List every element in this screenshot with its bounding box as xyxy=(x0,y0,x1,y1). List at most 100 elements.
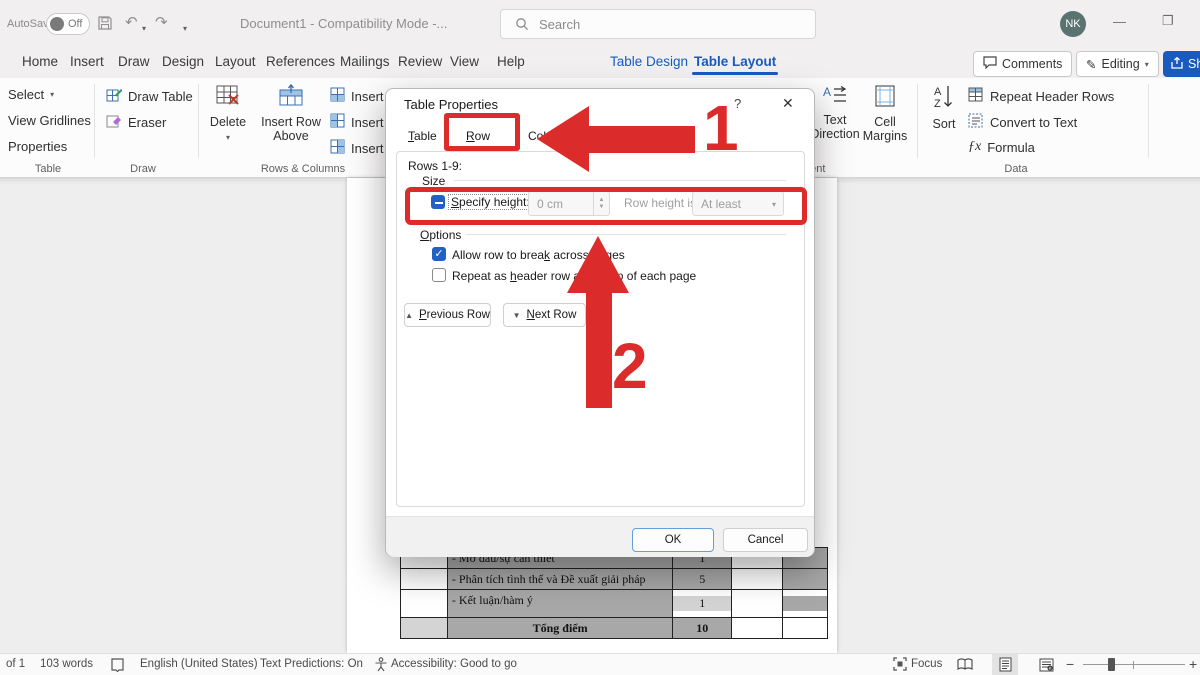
tab-table-design[interactable]: Table Design xyxy=(610,54,688,69)
annotation-arrow-1-head xyxy=(537,106,589,172)
group-label-table: Table xyxy=(18,163,78,175)
print-layout-button[interactable] xyxy=(992,654,1018,675)
pencil-icon: ✎ xyxy=(1086,57,1096,72)
insert-row-above-button[interactable]: Insert Row Above xyxy=(260,84,322,143)
read-mode-button[interactable] xyxy=(952,654,978,675)
table-cell[interactable] xyxy=(401,617,448,639)
group-label-rows-columns: Rows & Columns xyxy=(248,163,358,175)
share-button[interactable]: Share xyxy=(1163,51,1200,77)
accessibility-status[interactable]: Accessibility: Good to go xyxy=(391,658,517,670)
formula-button[interactable]: ƒx Formula xyxy=(968,139,1035,155)
table-row[interactable]: - Phân tích tình thế và Đề xuất giải phá… xyxy=(400,569,828,590)
undo-dropdown-icon[interactable]: ▾ xyxy=(142,21,146,37)
ribbon-tab-row: Home Insert Draw Design Layout Reference… xyxy=(0,48,1200,78)
web-layout-button[interactable]: e xyxy=(1033,654,1059,675)
zoom-in-button[interactable]: + xyxy=(1189,656,1197,672)
table-cell[interactable] xyxy=(732,568,783,590)
search-input[interactable]: Search xyxy=(500,9,816,39)
table-row[interactable]: Tổng điểm 10 xyxy=(400,618,828,639)
table-cell[interactable]: - Phân tích tình thế và Đề xuất giải phá… xyxy=(448,568,673,590)
tab-mailings[interactable]: Mailings xyxy=(340,54,390,69)
dialog-tab-table[interactable]: Table xyxy=(408,129,437,143)
formula-icon: ƒx xyxy=(968,139,981,155)
table-cell[interactable] xyxy=(401,568,448,590)
cell-margins-button[interactable]: Cell Margins xyxy=(856,84,914,143)
table-cell[interactable]: 10 xyxy=(673,617,732,639)
undo-icon[interactable]: ↶ xyxy=(125,15,138,31)
select-button[interactable]: Select▾ xyxy=(8,87,54,102)
document-table[interactable]: - Mở đầu/sự cần thiết 1 - Phân tích tình… xyxy=(400,548,828,639)
account-avatar[interactable]: NK xyxy=(1060,11,1086,37)
text-direction-label: Text Direction xyxy=(810,113,859,141)
insert-row-above-icon xyxy=(260,84,322,111)
previous-row-button[interactable]: ▲ Previous Row xyxy=(404,303,491,327)
editing-button[interactable]: ✎ Editing ▾ xyxy=(1076,51,1159,77)
ok-button[interactable]: OK xyxy=(632,528,714,552)
save-icon[interactable] xyxy=(97,15,113,35)
document-title: Document1 - Compatibility Mode -... xyxy=(240,16,447,31)
autosave-toggle[interactable]: Off xyxy=(46,13,90,35)
cell-margins-label: Cell Margins xyxy=(863,115,907,143)
word-window: AutoSave Off ↶ ▾ ↷ ▾ Document1 - Compati… xyxy=(0,0,1200,675)
table-cell[interactable]: Tổng điểm xyxy=(448,617,673,639)
up-triangle-icon: ▲ xyxy=(405,311,413,320)
qat-customize-icon[interactable]: ▾ xyxy=(183,21,187,37)
table-cell[interactable]: - Kết luận/hàm ý xyxy=(448,589,673,618)
draw-table-button[interactable]: Draw Table xyxy=(106,87,193,106)
sort-button[interactable]: AZ Sort xyxy=(922,84,966,131)
view-gridlines-button[interactable]: View Gridlines xyxy=(8,113,91,128)
table-cell[interactable] xyxy=(732,589,783,618)
tab-layout[interactable]: Layout xyxy=(215,54,256,69)
repeat-header-checkbox[interactable] xyxy=(432,268,446,282)
redo-icon[interactable]: ↷ xyxy=(155,15,168,31)
group-line xyxy=(466,234,786,235)
group-separator xyxy=(198,84,199,158)
properties-button[interactable]: Properties xyxy=(8,139,67,154)
repeat-header-rows-button[interactable]: Repeat Header Rows xyxy=(968,87,1114,105)
focus-button[interactable]: Focus xyxy=(911,658,942,670)
zoom-slider-thumb[interactable] xyxy=(1108,658,1115,671)
table-cell[interactable] xyxy=(783,589,828,618)
table-cell[interactable] xyxy=(783,617,828,639)
tab-design[interactable]: Design xyxy=(162,54,204,69)
comments-button[interactable]: Comments xyxy=(973,51,1072,77)
sort-label: Sort xyxy=(933,117,956,131)
table-row[interactable]: - Kết luận/hàm ý 1 xyxy=(400,590,828,618)
insert-table-icon xyxy=(330,139,345,157)
zoom-out-button[interactable]: − xyxy=(1066,656,1074,672)
tab-help[interactable]: Help xyxy=(497,54,525,69)
minimize-button[interactable]: — xyxy=(1113,14,1126,29)
restore-button[interactable]: ❐ xyxy=(1162,13,1174,29)
eraser-button[interactable]: Eraser xyxy=(106,113,166,132)
comments-label: Comments xyxy=(1002,57,1062,71)
table-cell[interactable]: 5 xyxy=(673,568,732,590)
next-row-button[interactable]: ▼ Next Row xyxy=(503,303,586,327)
table-cell[interactable] xyxy=(401,589,448,618)
group-separator xyxy=(1148,84,1149,158)
group-line xyxy=(454,180,786,181)
table-cell[interactable] xyxy=(783,568,828,590)
zoom-slider-track[interactable] xyxy=(1083,664,1185,665)
formula-label: Formula xyxy=(987,140,1035,155)
cancel-button[interactable]: Cancel xyxy=(723,528,808,552)
tab-insert[interactable]: Insert xyxy=(70,54,104,69)
text-predictions[interactable]: Text Predictions: On xyxy=(260,658,363,670)
convert-to-text-button[interactable]: Convert to Text xyxy=(968,113,1077,131)
language-indicator[interactable]: English (United States) xyxy=(140,658,258,670)
tab-home[interactable]: Home xyxy=(22,54,58,69)
tab-view[interactable]: View xyxy=(450,54,479,69)
word-count[interactable]: 103 words xyxy=(40,658,93,670)
delete-label: Delete xyxy=(210,115,246,129)
delete-button[interactable]: Delete ▾ xyxy=(204,84,252,143)
allow-break-checkbox[interactable]: ✓ xyxy=(432,247,446,261)
tab-draw[interactable]: Draw xyxy=(118,54,150,69)
table-cell[interactable] xyxy=(732,617,783,639)
proofing-icon[interactable] xyxy=(110,657,125,675)
tab-review[interactable]: Review xyxy=(398,54,442,69)
properties-label: Properties xyxy=(8,139,67,154)
page-indicator[interactable]: of 1 xyxy=(6,658,25,670)
tab-table-layout[interactable]: Table Layout xyxy=(694,54,776,69)
close-icon[interactable]: ✕ xyxy=(782,95,794,112)
table-cell[interactable]: 1 xyxy=(673,589,732,618)
tab-references[interactable]: References xyxy=(266,54,335,69)
